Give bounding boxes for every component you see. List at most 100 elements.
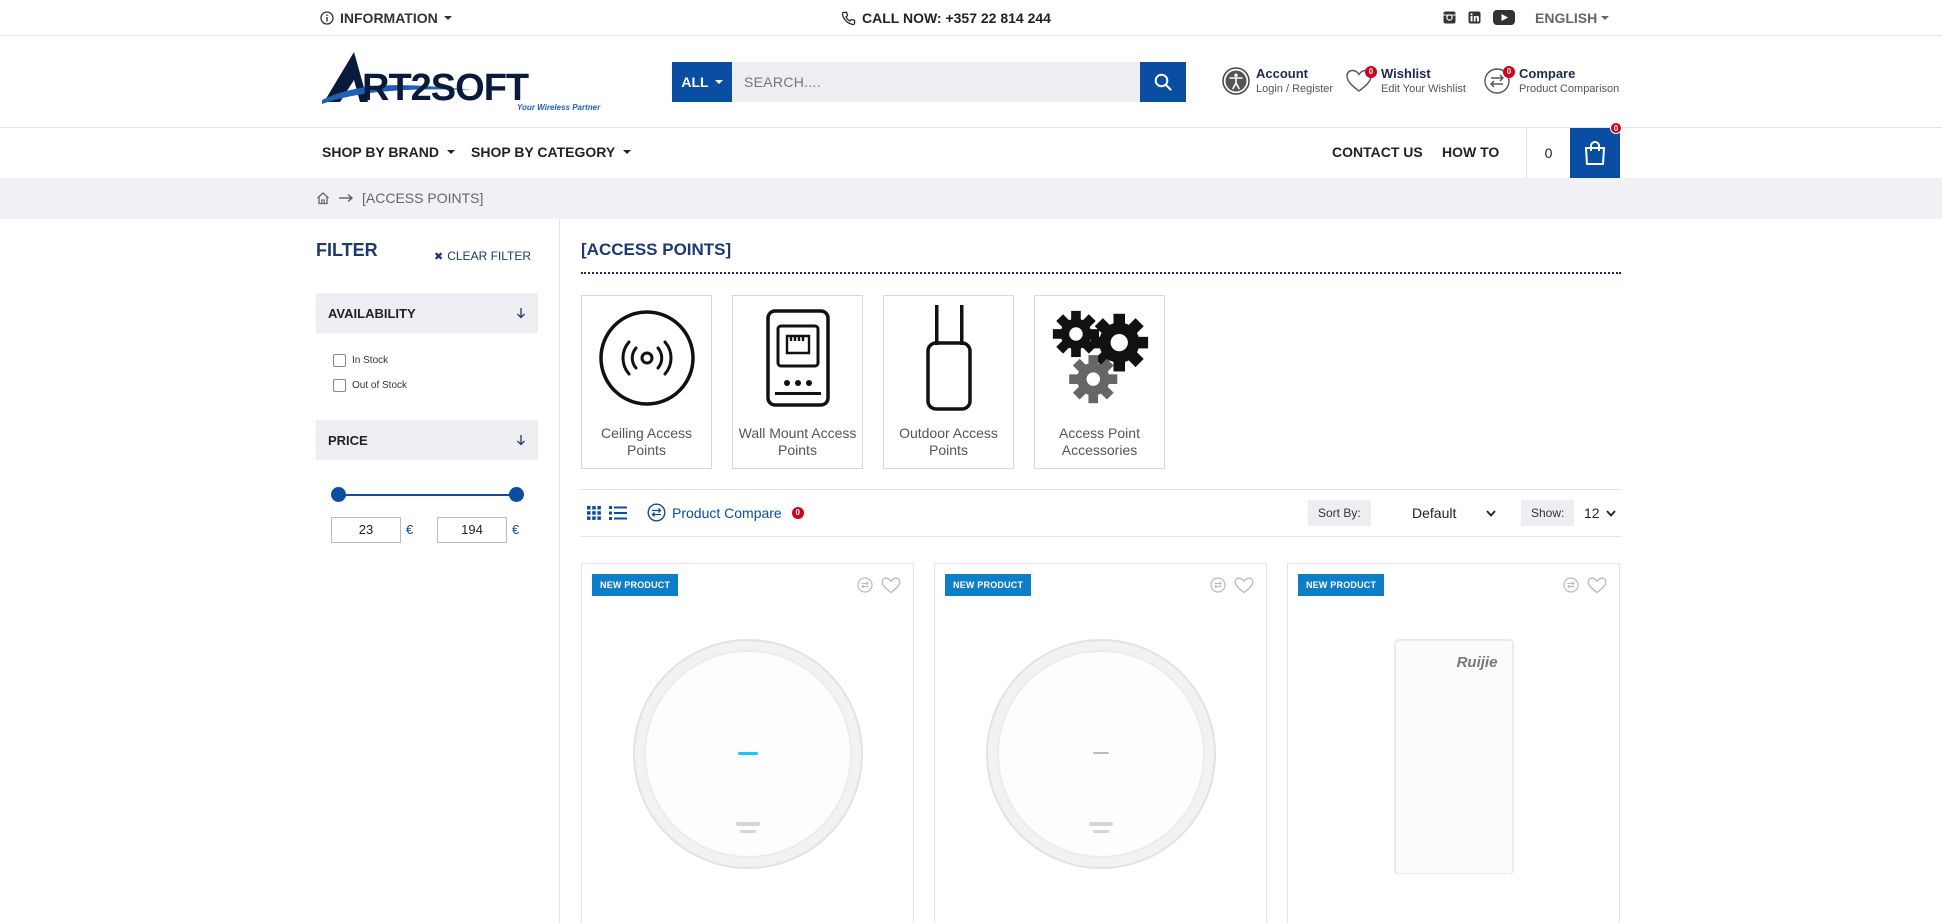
availability-title: AVAILABILITY xyxy=(328,305,416,321)
availability-facet-header[interactable]: AVAILABILITY xyxy=(316,293,538,333)
product-image[interactable]: Ruijie xyxy=(1389,634,1519,874)
contact-us-link[interactable]: CONTACT US xyxy=(1332,144,1423,160)
in-stock-checkbox[interactable] xyxy=(333,354,346,367)
arrow-down-icon xyxy=(516,434,526,446)
page-title: [ACCESS POINTS] xyxy=(581,240,732,259)
svg-text:RT2SOFT: RT2SOFT xyxy=(362,67,529,109)
information-menu[interactable]: INFORMATION xyxy=(320,10,452,26)
how-to-link[interactable]: HOW TO xyxy=(1442,144,1499,160)
shop-by-category-menu[interactable]: SHOP BY CATEGORY xyxy=(471,144,632,160)
how-to-label: HOW TO xyxy=(1442,144,1500,160)
product-compare-link[interactable]: Product Compare 0 xyxy=(647,503,804,522)
list-view-icon[interactable] xyxy=(609,505,627,521)
search-input[interactable] xyxy=(732,62,1140,102)
product-image[interactable] xyxy=(628,634,868,874)
language-selector[interactable]: ENGLISH xyxy=(1535,10,1610,26)
linkedin-icon[interactable] xyxy=(1468,11,1481,24)
product-toolbar: Product Compare 0 Sort By: Default Show:… xyxy=(581,489,1621,537)
filter-sidebar: FILTER ✖ CLEAR FILTER AVAILABILITY In St… xyxy=(316,219,560,923)
show-count-select[interactable]: 12 xyxy=(1584,505,1616,521)
top-bar: INFORMATION CALL NOW: +357 22 814 244 EN… xyxy=(0,0,1942,36)
language-label: ENGLISH xyxy=(1535,10,1598,26)
compare-count-badge: 0 xyxy=(1503,65,1515,78)
gears-icon xyxy=(1050,308,1150,408)
account-link[interactable]: Account Login / Register xyxy=(1222,66,1333,95)
youtube-icon[interactable] xyxy=(1493,10,1515,25)
filter-in-stock[interactable]: In Stock xyxy=(333,354,388,367)
product-image[interactable] xyxy=(981,634,1221,874)
new-product-badge: NEW PRODUCT xyxy=(1298,574,1385,596)
home-icon[interactable] xyxy=(316,191,330,205)
breadcrumb-current: [ACCESS POINTS] xyxy=(362,190,484,206)
grid-view-icon[interactable] xyxy=(586,505,602,521)
wishlist-count-badge: 0 xyxy=(1365,65,1377,78)
instagram-icon[interactable] xyxy=(1443,11,1456,24)
subcategory-wall-mount-access-points[interactable]: Wall Mount Access Points xyxy=(732,295,863,469)
shop-by-brand-menu[interactable]: SHOP BY BRAND xyxy=(322,144,455,160)
search-category-dropdown[interactable]: ALL xyxy=(672,62,732,102)
info-icon xyxy=(320,11,334,25)
breadcrumb: [ACCESS POINTS] xyxy=(0,178,1942,219)
wishlist-link[interactable]: 0 Wishlist Edit Your Wishlist xyxy=(1345,65,1466,95)
out-of-stock-checkbox[interactable] xyxy=(333,379,346,392)
chevron-down-icon xyxy=(1605,509,1616,517)
cart-count-badge: 0 xyxy=(1610,122,1622,134)
compare-icon[interactable] xyxy=(1563,577,1579,594)
clear-filter-button[interactable]: ✖ CLEAR FILTER xyxy=(434,249,531,263)
product-card[interactable]: NEW PRODUCT Ruijie xyxy=(1287,563,1620,923)
compare-icon[interactable] xyxy=(857,577,873,594)
heart-icon[interactable] xyxy=(1587,577,1607,594)
subcategory-label: Wall Mount Access Points xyxy=(738,425,857,458)
out-of-stock-label: Out of Stock xyxy=(352,380,408,391)
price-facet-header[interactable]: PRICE xyxy=(316,420,538,460)
cart-button[interactable]: 0 xyxy=(1570,122,1622,178)
search-bar: ALL xyxy=(672,62,1186,102)
subcategory-access-point-accessories[interactable]: Access Point Accessories xyxy=(1034,295,1165,469)
sort-by-select[interactable]: Default xyxy=(1412,505,1497,521)
price-min-input[interactable]: 23 xyxy=(331,517,401,543)
wishlist-title: Wishlist xyxy=(1381,66,1431,81)
compare-icon[interactable] xyxy=(1210,577,1226,594)
cart-total[interactable]: 0 xyxy=(1526,128,1570,178)
close-icon: ✖ xyxy=(434,250,444,263)
clear-filter-label: CLEAR FILTER xyxy=(447,249,532,263)
chevron-down-icon xyxy=(714,80,723,84)
search-button[interactable] xyxy=(1140,62,1186,102)
compare-title: Compare xyxy=(1519,66,1576,81)
heart-icon[interactable] xyxy=(1234,577,1254,594)
chevron-down-icon xyxy=(623,150,632,154)
information-label: INFORMATION xyxy=(340,10,438,26)
account-subtitle: Login / Register xyxy=(1256,83,1334,95)
price-slider-track[interactable] xyxy=(338,494,516,496)
site-header: RT2SOFT Your Wireless Partner ALL Accoun… xyxy=(0,36,1942,128)
show-label: Show: xyxy=(1521,500,1575,526)
product-compare-label: Product Compare xyxy=(672,504,782,521)
shop-by-category-label: SHOP BY CATEGORY xyxy=(471,144,616,160)
filter-out-of-stock[interactable]: Out of Stock xyxy=(333,379,407,392)
svg-text:Ruijie: Ruijie xyxy=(1456,654,1497,671)
product-card[interactable]: NEW PRODUCT xyxy=(581,563,914,923)
new-product-badge: NEW PRODUCT xyxy=(945,574,1032,596)
subcategory-label: Ceiling Access Points xyxy=(600,425,693,458)
svg-text:Your Wireless Partner: Your Wireless Partner xyxy=(517,103,601,112)
outdoor-access-point-icon xyxy=(899,305,999,411)
call-now[interactable]: CALL NOW: +357 22 814 244 xyxy=(841,10,1051,26)
title-divider xyxy=(581,272,1621,274)
wall-mount-access-point-icon xyxy=(748,308,848,408)
arrow-down-icon xyxy=(516,307,526,319)
subcategory-ceiling-access-points[interactable]: Ceiling Access Points xyxy=(581,295,712,469)
price-slider-max-handle[interactable] xyxy=(509,487,524,502)
compare-icon xyxy=(647,503,666,522)
product-card[interactable]: NEW PRODUCT xyxy=(934,563,1267,923)
price-slider-min-handle[interactable] xyxy=(331,487,346,502)
shop-by-brand-label: SHOP BY BRAND xyxy=(322,144,439,160)
compare-subtitle: Product Comparison xyxy=(1519,83,1620,95)
heart-icon[interactable] xyxy=(881,577,901,594)
subcategory-label: Access Point Accessories xyxy=(1059,425,1140,458)
price-max-input[interactable]: 194 xyxy=(437,517,507,543)
currency-symbol: € xyxy=(512,522,520,537)
subcategory-outdoor-access-points[interactable]: Outdoor Access Points xyxy=(883,295,1014,469)
site-logo[interactable]: RT2SOFT Your Wireless Partner xyxy=(322,50,612,112)
subcategory-label: Outdoor Access Points xyxy=(899,425,998,458)
compare-link[interactable]: 0 Compare Product Comparison xyxy=(1483,65,1620,95)
